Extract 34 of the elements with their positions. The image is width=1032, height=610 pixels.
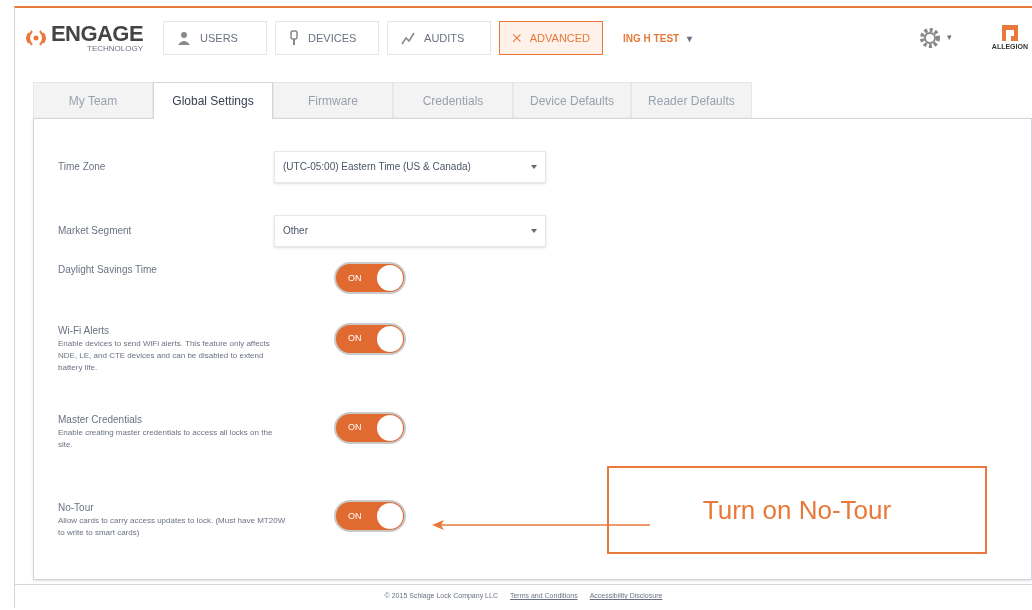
lock-icon	[288, 30, 301, 46]
toggle-switch[interactable]: ON	[334, 411, 406, 444]
settings-tab[interactable]: My Team	[33, 82, 153, 118]
nav-tab[interactable]: AUDITS	[387, 21, 492, 55]
setting-description: Allow cards to carry access updates to lock. (Must have MT20W to write to smart cards)	[58, 515, 287, 540]
settings-tab[interactable]: Global Settings	[153, 82, 273, 119]
caret-icon	[531, 164, 537, 169]
brand-icon	[1000, 23, 1019, 42]
caret-icon	[531, 228, 537, 233]
nav-tab[interactable]: ADVANCED	[499, 21, 604, 55]
toggle-switch[interactable]: ON	[334, 322, 406, 355]
site-dropdown[interactable]: ING H TEST ▾	[623, 30, 693, 46]
toggle-switch[interactable]: ON	[334, 500, 406, 533]
callout-text: Turn on No-Tour	[702, 493, 892, 527]
setting-description: Enable devices to send WiFi alerts. This feature only affects NDE, LE, and CTE devices and can be disabled to extend battery life.	[58, 337, 271, 374]
select-field[interactable]: (UTC-05:00) Eastern Time (US & Canada)	[274, 150, 546, 183]
setting-label: Time Zone	[58, 160, 107, 175]
setting-label: Market Segment	[58, 224, 133, 239]
logo-text: ENGAGE	[51, 23, 144, 45]
setting-description: Enable creating master credentials to access all locks on the site.	[58, 426, 274, 451]
toggle-switch[interactable]: ON	[334, 262, 406, 295]
logo-subtitle: TECHNOLOGY	[87, 45, 144, 53]
setting-label: Daylight Savings Time	[58, 263, 158, 278]
setting-label: Master Credentials	[58, 412, 143, 427]
nav-tab[interactable]: USERS	[163, 21, 268, 55]
nav-tab[interactable]: DEVICES	[275, 21, 380, 55]
select-field[interactable]: Other	[274, 214, 546, 247]
setting-label: No-Tour	[58, 501, 95, 516]
logo-icon	[25, 29, 47, 47]
settings-tab[interactable]: Reader Defaults	[631, 82, 752, 118]
user-icon	[176, 30, 193, 46]
setting-label: Wi-Fi Alerts	[58, 323, 111, 338]
settings-menu[interactable]: ▾	[916, 25, 952, 51]
chart-icon	[400, 30, 417, 46]
